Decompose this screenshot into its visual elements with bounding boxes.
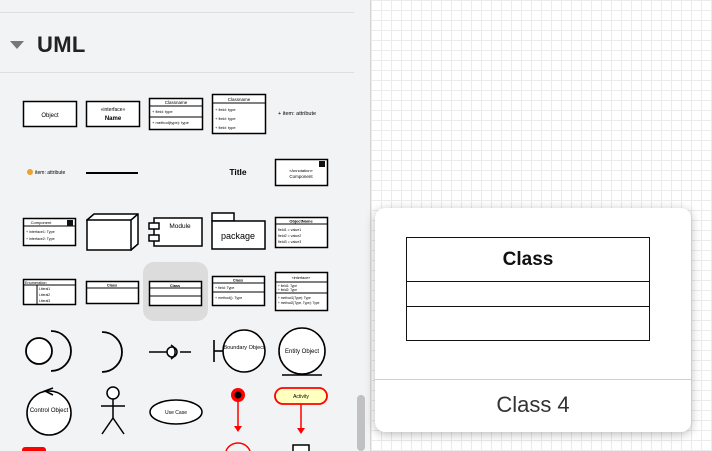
shape-title: ObjectName [289, 219, 313, 224]
shape-interface-class[interactable]: «interface» + field1: Type + field2: Typ… [274, 271, 329, 312]
shape-classname-fields[interactable]: Classname + field: type + field: type + … [211, 93, 267, 135]
shape-preview-tooltip: Class Class 4 [375, 208, 691, 432]
shape-row: + field: type [215, 107, 236, 112]
shape-title: Enumeration [25, 281, 47, 285]
class-shape-preview: Class [406, 237, 650, 341]
shape-row: + field: type [215, 116, 236, 121]
shape-label: Entity Object [285, 349, 319, 355]
shape-row: Literal2 [39, 293, 50, 297]
shape-label: Control Object [30, 408, 69, 414]
shape-label: Title [229, 167, 247, 177]
shape-row: field3 = value3 [278, 240, 301, 244]
shape-title: Classname [228, 97, 251, 102]
shape-label: package [221, 231, 255, 241]
shape-row: + method(type): type [152, 120, 190, 125]
shape-row: + field2: Type [278, 288, 297, 292]
shape-label: Use Case [165, 410, 187, 416]
shape-row: field2 = value2 [278, 234, 301, 238]
shape-row: + method1(Type): Type [278, 296, 311, 300]
sidebar-scrollbar[interactable] [357, 395, 365, 451]
shape-label: Activity [293, 394, 309, 400]
shape-title: Class [233, 279, 243, 283]
shape-actor[interactable] [99, 386, 127, 436]
shape-use-case[interactable]: Use Case [148, 397, 204, 427]
shape-row: + method2(Type, Type): Type [278, 301, 320, 305]
shape-provided-interface[interactable] [23, 328, 77, 374]
shape-line[interactable] [86, 170, 138, 176]
shape-item-attribute[interactable]: + item: attribute [276, 107, 330, 119]
shape-label: item: attribute [35, 170, 66, 176]
class-attribute-row [407, 282, 649, 307]
shape-row: + field: type [152, 109, 173, 114]
shape-component[interactable]: «Annotation» Component [274, 158, 329, 187]
shape-partial[interactable] [22, 447, 48, 451]
shape-label: Boundary Object [224, 345, 265, 351]
preview-divider [375, 379, 691, 380]
shape-label: + item: attribute [278, 111, 316, 117]
shape-boundary-object[interactable]: Boundary Object [212, 328, 268, 374]
shape-class-methods[interactable]: Class + field: Type + method(): Type [211, 275, 266, 308]
shape-row: + interface1: Type [26, 230, 55, 234]
uml-section-header[interactable]: UML [8, 28, 86, 62]
shape-module[interactable]: Module [148, 217, 204, 247]
shape-classname[interactable]: Classname + field: type + method(type): … [148, 97, 204, 131]
shape-title: «interface» [292, 276, 311, 280]
shape-row: Literal1 [39, 287, 50, 291]
shape-item-attribute-icon[interactable]: item: attribute [25, 166, 79, 178]
section-divider [0, 72, 354, 73]
class-title: Class [407, 238, 649, 282]
shapes-sidebar: UML Object «interface» Name Classname + … [0, 0, 371, 451]
shape-title: Component [31, 220, 53, 225]
section-divider [0, 12, 354, 13]
shape-title: Class [170, 284, 180, 288]
shape-label: Name [105, 116, 122, 122]
shape-initial-state[interactable] [225, 385, 251, 451]
shape-row: Literal3 [39, 299, 50, 303]
shape-object[interactable]: Object [22, 100, 78, 128]
shape-title: Classname [165, 100, 188, 105]
shape-object-values[interactable]: ObjectName field1 = value1 field2 = valu… [274, 216, 329, 249]
shape-class-selected[interactable]: Class [143, 262, 208, 321]
shape-enumeration[interactable]: Enumeration Literal1 Literal2 Literal3 [22, 278, 77, 307]
shape-title: Class [107, 284, 117, 288]
shape-activity[interactable]: Activity [274, 387, 330, 451]
shape-lollipop[interactable] [149, 342, 193, 362]
shape-row: field1 = value1 [278, 228, 301, 232]
shape-stereotype: «Annotation» [289, 168, 313, 173]
shape-label: Object [41, 113, 59, 119]
shape-control-object[interactable]: Control Object [25, 386, 75, 436]
shape-component-interfaces[interactable]: Component + interface1: Type + interface… [22, 217, 77, 248]
shape-row: + field: type [215, 125, 236, 130]
shape-entity-object[interactable]: Entity Object [276, 327, 328, 377]
shape-row: + method(): Type [215, 296, 242, 300]
shape-row: + field: Type [215, 286, 234, 290]
section-title: UML [37, 32, 86, 57]
shape-package[interactable]: package [211, 212, 267, 250]
shape-node[interactable] [85, 213, 140, 251]
preview-caption: Class 4 [496, 392, 570, 417]
shape-class[interactable]: Class [85, 280, 140, 305]
shape-required-interface[interactable] [100, 330, 130, 374]
shape-label: Component [289, 174, 313, 179]
shape-title[interactable]: Title [222, 165, 254, 179]
caret-down-icon[interactable] [10, 41, 24, 49]
shape-interface[interactable]: «interface» Name [85, 100, 141, 128]
shape-stereotype: «interface» [101, 107, 126, 113]
shape-label: Module [169, 223, 191, 230]
shape-row: + interface2: Type [26, 237, 55, 241]
